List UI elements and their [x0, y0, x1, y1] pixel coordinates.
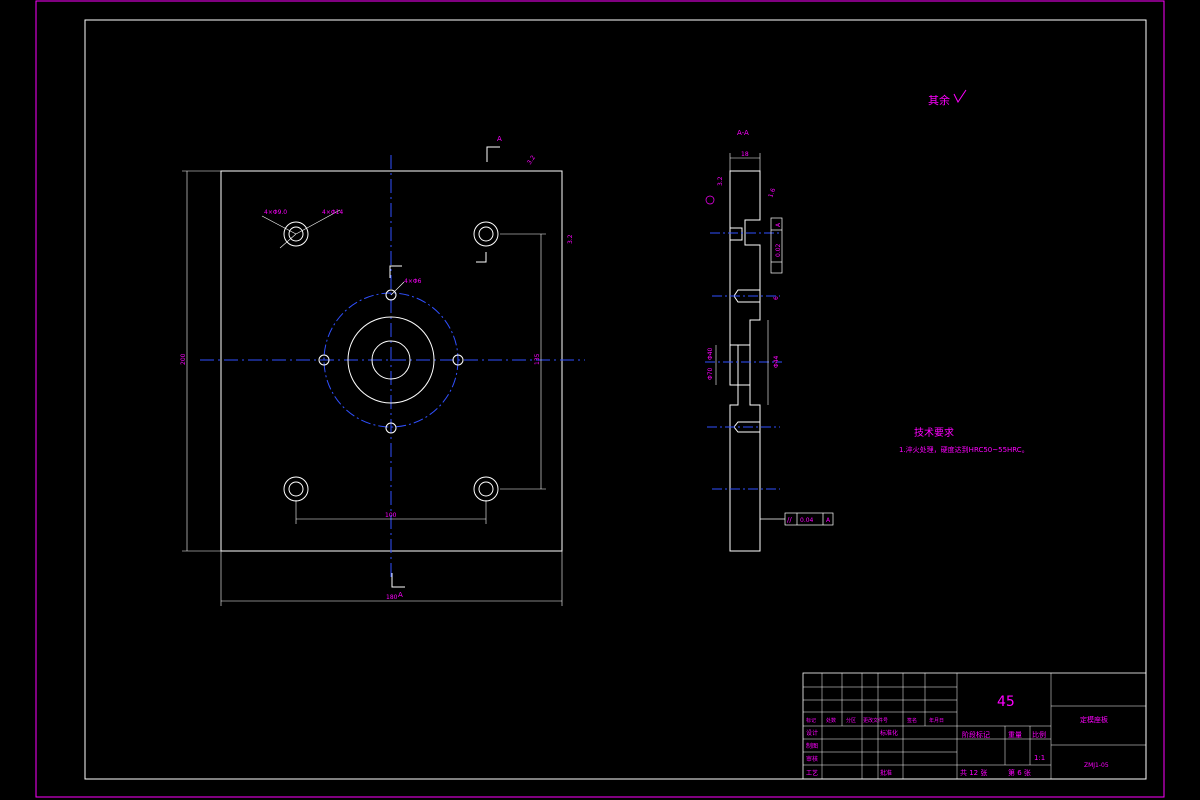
dim-height: 200	[180, 170, 221, 552]
section-title: A-A	[737, 129, 749, 137]
section-roughness-1: 3.2	[717, 176, 724, 186]
part-name: 定模座板	[1080, 715, 1108, 724]
surface-note: 其余	[928, 89, 967, 107]
total-sheets: 共 12 张	[960, 768, 987, 777]
center-holes-label: 4×Φ6	[404, 278, 422, 285]
tolerance-frame-1: 0.02 A	[770, 217, 783, 274]
standard-label: 标准化	[880, 729, 898, 737]
counterbore-1-label: 4×Φ9.0	[264, 209, 287, 216]
section-arrow-bottom	[391, 573, 405, 588]
material: 45	[997, 694, 1015, 710]
label-right: Φ44	[773, 355, 780, 368]
section-mark-mid	[389, 265, 402, 278]
drawing-no: ZMJ1-05	[1084, 762, 1109, 769]
section-pocket	[729, 344, 751, 386]
stage-label: 阶段标记	[962, 730, 990, 739]
outer-frame	[35, 0, 1165, 798]
surface-finish-icon	[953, 89, 967, 103]
row-label-5: 年月日	[929, 717, 944, 724]
tol-1-datum: A	[775, 222, 782, 227]
roughness-corner: 3.2	[526, 154, 537, 166]
dim-width-label: 180	[386, 594, 398, 601]
tech-req-title: 技术要求	[914, 426, 954, 439]
scale-value: 1:1	[1034, 754, 1045, 762]
datum-circle	[705, 195, 715, 205]
title-block: 45 定模座板 ZMJ1-05 阶段标记 重量 比例 1:1 共 12 张 第 …	[802, 672, 1147, 780]
review-label: 审核	[806, 755, 818, 763]
tol-2-value: 0.04	[800, 517, 814, 524]
tech-req-item-1: 1.淬火处理，硬度达到HRC50~55HRC。	[899, 445, 1029, 454]
technical-requirements: 技术要求 1.淬火处理，硬度达到HRC50~55HRC。	[899, 426, 1029, 454]
row-label-4: 签名	[907, 717, 917, 724]
front-view: A A 180 200 100 135 4×Φ9.0 4×Φ14 4×Φ6 3.…	[180, 135, 585, 606]
tol-1-value: 0.02	[775, 243, 782, 257]
weight-label: 重量	[1008, 731, 1022, 739]
row-label-3: 更改文件号	[863, 717, 888, 724]
inner-frame	[84, 19, 1147, 780]
counterbore-br	[473, 476, 499, 502]
dim-hole-v: 135	[500, 233, 546, 490]
parallel-symbol: //	[787, 516, 792, 524]
approve-label: 批准	[880, 769, 892, 777]
sheet-no: 第 6 张	[1008, 768, 1031, 777]
section-marker-bottom: A	[398, 591, 403, 599]
design-label: 设计	[806, 729, 818, 737]
drawing-canvas: A A 180 200 100 135 4×Φ9.0 4×Φ14 4×Φ6 3.…	[35, 0, 1165, 798]
dim-height-label: 200	[180, 353, 187, 365]
section-mark-tr	[476, 252, 487, 263]
tolerance-frame-2: // 0.04 A	[760, 512, 834, 526]
dim-thickness: 18	[741, 151, 749, 158]
dim-hole-h-label: 100	[385, 512, 397, 519]
process-label: 工艺	[806, 769, 818, 777]
leader-counterbore: 4×Φ9.0 4×Φ14	[261, 209, 343, 249]
counterbore-bl	[283, 476, 309, 502]
dim-hole-v-label: 135	[534, 353, 541, 365]
section-arrow-top	[486, 146, 500, 162]
row-label-2: 分区	[846, 717, 856, 724]
section-marker-top: A	[497, 135, 502, 143]
section-roughness-2: 1.6	[767, 187, 777, 199]
section-hole-1	[729, 227, 743, 241]
roughness-side: 3.2	[567, 234, 574, 244]
row-label-1: 处数	[826, 717, 836, 724]
section-view: A-A 18 3.2 1.6 Φ40 Φ70 Φ44 6 0.02 A // 0…	[705, 129, 834, 552]
counterbore-tr	[473, 221, 499, 247]
drafting-label: 制图	[806, 742, 818, 750]
label-left-1: Φ40	[707, 347, 714, 360]
label-depth: 6	[773, 296, 780, 300]
surface-note-text: 其余	[928, 93, 950, 107]
label-left-2: Φ70	[707, 367, 714, 380]
counterbore-2-label: 4×Φ14	[322, 209, 343, 216]
row-label-0: 标记	[806, 717, 816, 724]
tol-2-datum: A	[826, 517, 831, 524]
scale-label: 比例	[1032, 730, 1046, 739]
